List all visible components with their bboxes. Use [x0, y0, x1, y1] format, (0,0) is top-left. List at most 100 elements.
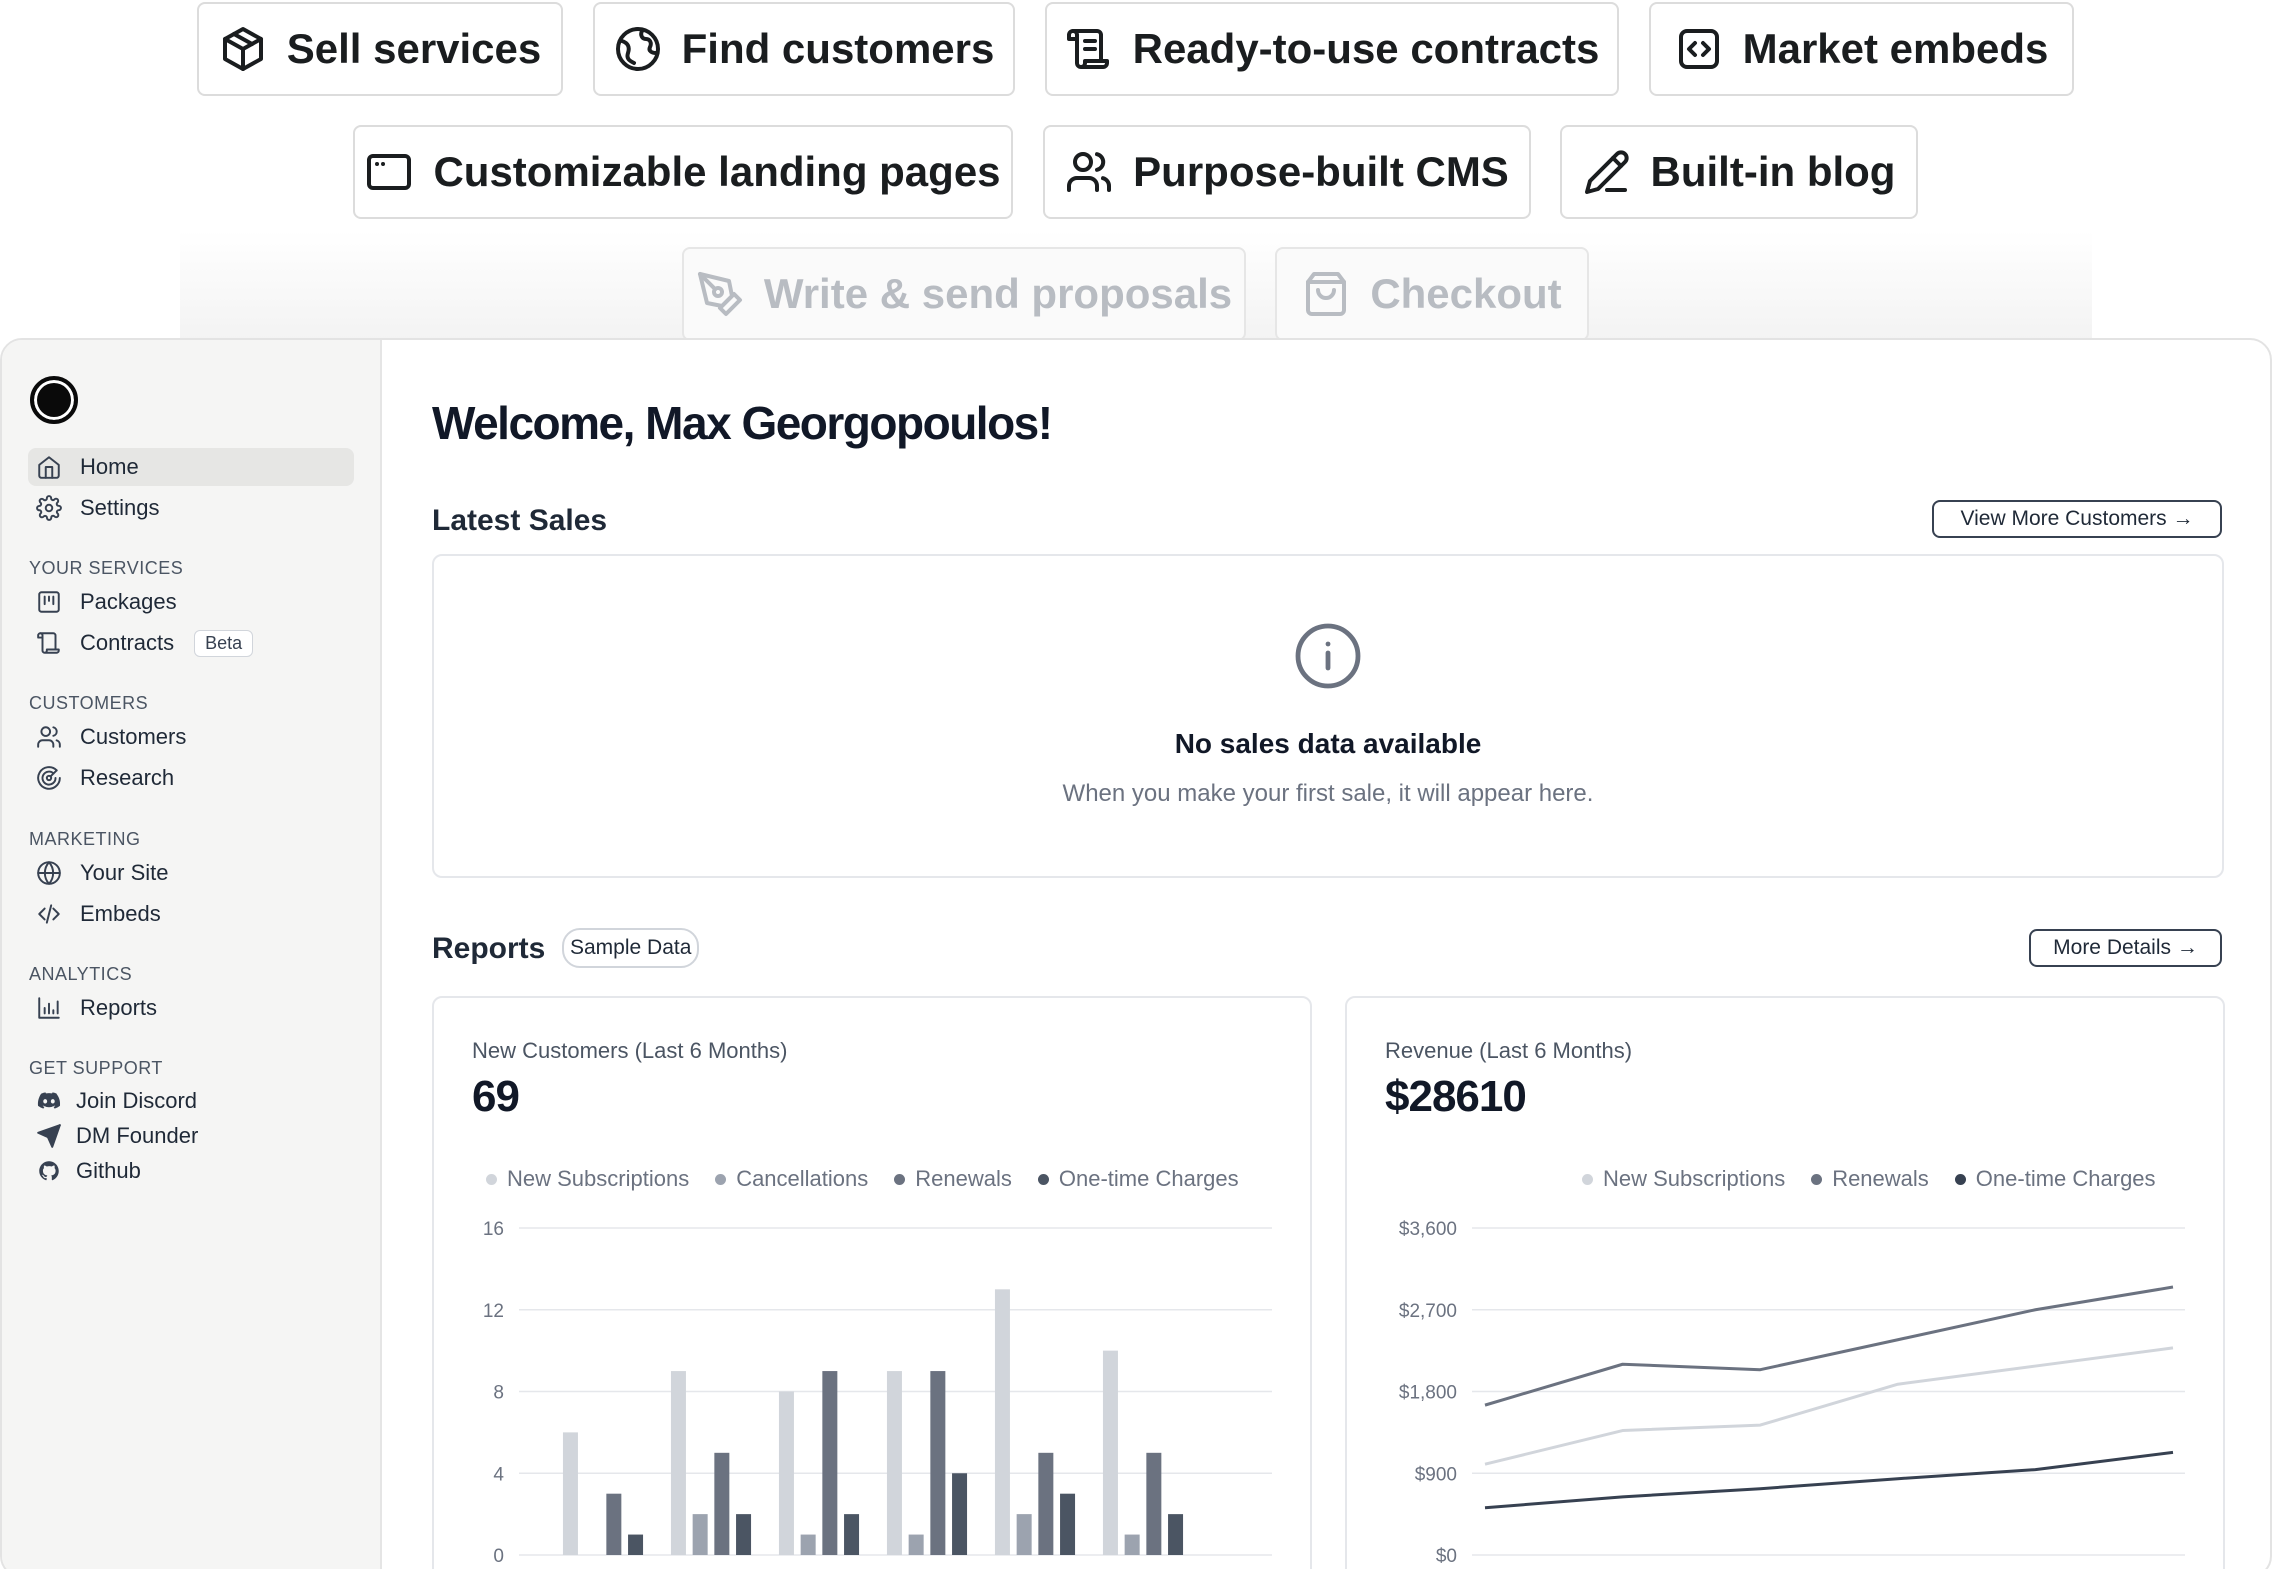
info-icon [1295, 623, 1361, 689]
view-more-customers-button[interactable]: View More Customers → [1932, 500, 2222, 538]
bar-one-time-charges[interactable] [952, 1473, 968, 1555]
sample-data-badge: Sample Data [562, 928, 700, 968]
line-new-subscriptions[interactable] [1484, 1346, 2174, 1466]
sidebar-item-label: Research [80, 765, 175, 790]
y-tick-label: $2,700 [1399, 1301, 1457, 1322]
bar-new-subscriptions[interactable] [778, 1391, 794, 1556]
sidebar-item-label: Customers [80, 724, 187, 749]
users-icon [1067, 152, 1112, 192]
bar-new-subscriptions[interactable] [670, 1371, 686, 1555]
y-tick-label: 4 [493, 1464, 504, 1485]
feature-checkout[interactable]: Checkout [1275, 247, 1589, 341]
app-window: Home Settings YOUR SERVICES Packages Con… [0, 338, 2272, 1569]
code-icon [38, 904, 60, 924]
feature-landing-pages[interactable]: Customizable landing pages [353, 125, 1013, 219]
feature-label: Checkout [1370, 270, 1562, 317]
feature-proposals[interactable]: Write & send proposals [682, 247, 1246, 341]
empty-state-subtitle: When you make your first sale, it will a… [1062, 780, 1594, 807]
package-list-icon [38, 591, 60, 613]
feature-blog[interactable]: Built-in blog [1560, 125, 1918, 219]
users-icon [37, 726, 61, 748]
revenue-card: Revenue (Last 6 Months) $28610 New Subsc… [1345, 996, 2225, 1569]
sidebar-item-settings[interactable]: Settings [28, 489, 354, 527]
app-logo[interactable] [30, 376, 78, 424]
y-tick-label: $3,600 [1399, 1219, 1457, 1240]
bar-renewals[interactable] [1038, 1452, 1054, 1555]
pen-tool-icon [697, 272, 742, 316]
section-marketing: MARKETING [29, 829, 141, 849]
code-square-icon [1678, 29, 1719, 69]
bar-new-subscriptions[interactable] [886, 1371, 902, 1555]
sidebar-item-home[interactable]: Home [28, 448, 354, 486]
section-analytics: ANALYTICS [29, 964, 133, 984]
send-icon [37, 1124, 61, 1148]
line-renewals[interactable] [1484, 1285, 2174, 1407]
line-one-time-charges[interactable] [1484, 1450, 2174, 1510]
feature-label: Write & send proposals [763, 270, 1233, 317]
feature-label: Ready-to-use contracts [1132, 25, 1600, 72]
more-details-button[interactable]: More Details → [2029, 929, 2222, 967]
bar-cancellations[interactable] [1124, 1534, 1140, 1555]
sidebar-item-reports[interactable]: Reports [28, 989, 354, 1027]
feature-label: Find customers [681, 25, 995, 72]
bar-renewals[interactable] [930, 1371, 946, 1555]
sidebar-item-packages[interactable]: Packages [28, 583, 354, 621]
scroll-icon [1066, 29, 1109, 69]
radar-icon [37, 766, 61, 790]
feature-ready-contracts[interactable]: Ready-to-use contracts [1045, 2, 1619, 96]
sidebar-item-label: DM Founder [76, 1123, 199, 1148]
bar-chart-icon [38, 997, 60, 1019]
revenue-line-chart: $0 $900 $1,800 $2,700 $3,600 [1399, 1219, 2185, 1567]
section-get-support: GET SUPPORT [29, 1058, 163, 1078]
bar-new-subscriptions[interactable] [994, 1289, 1010, 1555]
bar-renewals[interactable] [606, 1493, 622, 1555]
sidebar-item-discord[interactable]: Join Discord [28, 1082, 354, 1120]
sidebar-item-your-site[interactable]: Your Site [28, 854, 354, 892]
bar-renewals[interactable] [714, 1452, 730, 1555]
latest-sales-title: Latest Sales [432, 504, 608, 537]
feature-label: Customizable landing pages [433, 148, 1001, 195]
bar-cancellations[interactable] [1016, 1514, 1032, 1555]
sidebar-item-label: Join Discord [76, 1088, 198, 1113]
bar-cancellations[interactable] [800, 1534, 816, 1555]
sidebar-item-label: Github [76, 1158, 141, 1183]
feature-label: Sell services [286, 25, 542, 72]
bar-one-time-charges[interactable] [1060, 1493, 1076, 1555]
y-tick-label: $900 [1415, 1464, 1457, 1485]
sidebar-item-embeds[interactable]: Embeds [28, 895, 354, 933]
globe-icon [615, 27, 660, 71]
sidebar-item-customers[interactable]: Customers [28, 718, 354, 756]
main-content: Welcome, Max Georgopoulos! Latest Sales … [382, 340, 2270, 1569]
bar-one-time-charges[interactable] [1168, 1514, 1184, 1555]
scroll-icon [37, 632, 60, 654]
bar-one-time-charges[interactable] [628, 1534, 644, 1555]
bar-renewals[interactable] [822, 1371, 838, 1555]
shopping-bag-icon [1306, 272, 1347, 316]
bar-new-subscriptions[interactable] [562, 1432, 578, 1555]
reports-title: Reports [432, 932, 546, 965]
feature-sell-services[interactable]: Sell services [197, 2, 563, 96]
sidebar-item-label: Your Site [80, 860, 169, 885]
feature-cms[interactable]: Purpose-built CMS [1043, 125, 1531, 219]
bar-new-subscriptions[interactable] [1102, 1350, 1118, 1555]
sidebar-item-research[interactable]: Research [28, 759, 354, 797]
feature-find-customers[interactable]: Find customers [593, 2, 1015, 96]
bar-renewals[interactable] [1146, 1452, 1162, 1555]
browser-window-icon [367, 154, 412, 190]
latest-sales-card: No sales data available When you make yo… [432, 554, 2224, 878]
section-your-services: YOUR SERVICES [29, 558, 184, 578]
sidebar-item-github[interactable]: Github [28, 1152, 354, 1190]
sidebar-item-dm-founder[interactable]: DM Founder [28, 1117, 354, 1155]
y-tick-label: 16 [483, 1219, 504, 1240]
sidebar-item-contracts[interactable]: Contracts Beta [28, 624, 354, 662]
sidebar-item-label: Home [80, 454, 139, 479]
gear-icon [36, 495, 62, 521]
new-customers-card: New Customers (Last 6 Months) 69 New Sub… [432, 996, 1312, 1569]
bar-one-time-charges[interactable] [844, 1514, 860, 1555]
feature-market-embeds[interactable]: Market embeds [1649, 2, 2074, 96]
beta-badge: Beta [194, 629, 254, 657]
bar-cancellations[interactable] [692, 1514, 708, 1555]
bar-one-time-charges[interactable] [736, 1514, 752, 1555]
bar-cancellations[interactable] [908, 1534, 924, 1555]
y-tick-label: 0 [493, 1546, 504, 1567]
